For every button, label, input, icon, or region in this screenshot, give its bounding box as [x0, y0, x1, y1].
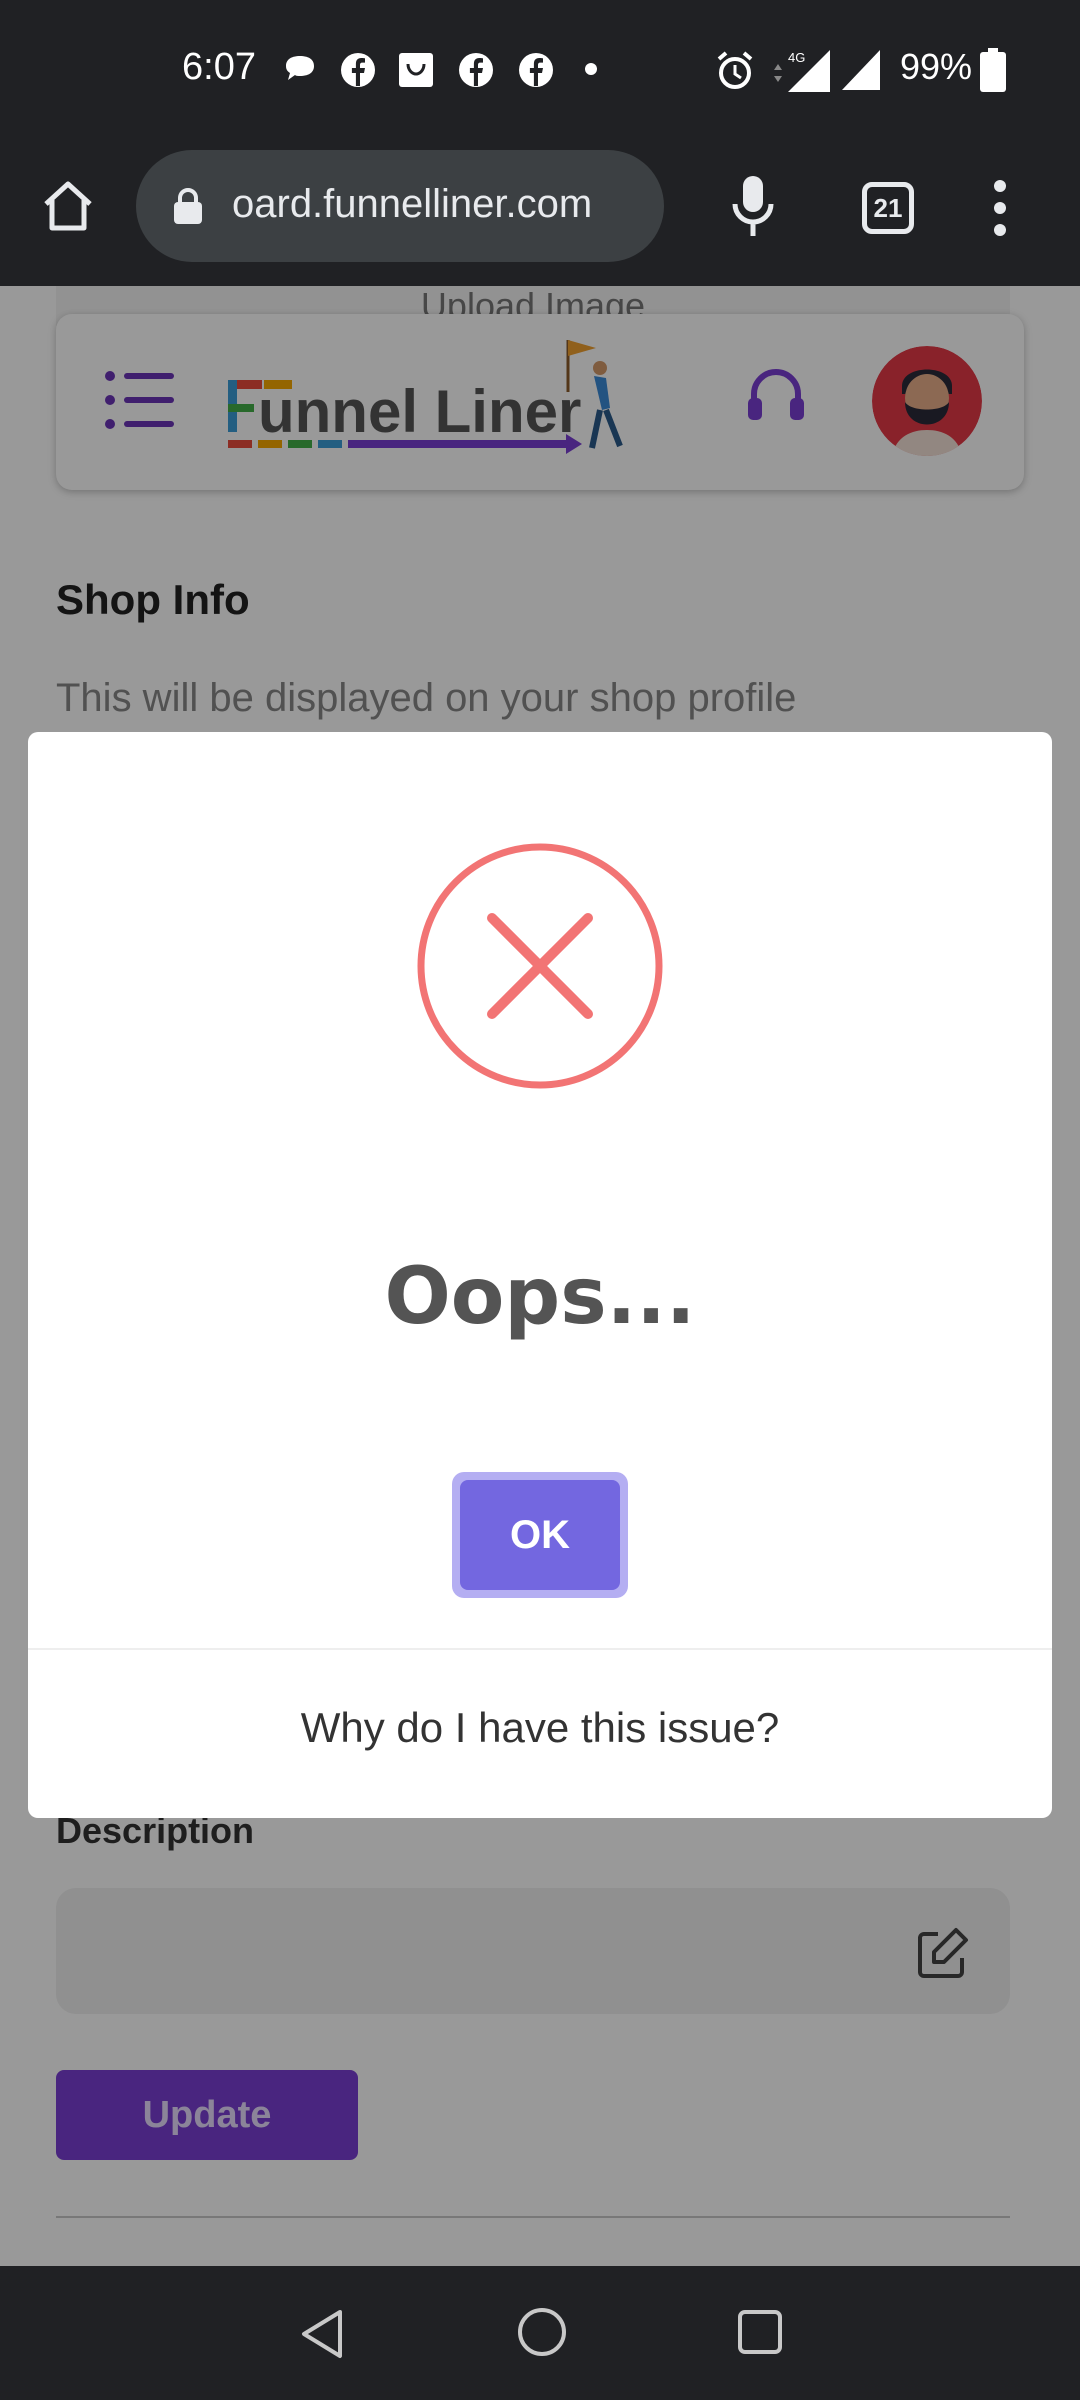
error-x-icon [417, 843, 663, 1089]
facebook-icon [519, 53, 553, 87]
facebook-icon [459, 53, 493, 87]
signal-strength-icon [842, 50, 880, 90]
svg-text:4G: 4G [788, 50, 805, 65]
back-icon[interactable] [296, 2306, 352, 2362]
tab-switcher-button[interactable]: 21 [862, 182, 914, 234]
lock-icon [174, 188, 202, 224]
signal-4g-icon: 4G [774, 50, 830, 92]
status-time: 6:07 [182, 46, 256, 88]
notification-dot-icon [585, 63, 597, 75]
status-bar: 6:07 4G 99% [0, 0, 1080, 142]
error-dialog: Oops... OK Why do I have this issue? [28, 732, 1052, 1818]
facebook-icon [341, 53, 375, 87]
chat-bubble-icon [286, 56, 314, 80]
recent-apps-icon[interactable] [736, 2308, 784, 2356]
dialog-title: Oops... [384, 1252, 696, 1342]
shopping-bag-icon [399, 53, 433, 87]
more-options-icon[interactable] [990, 178, 1010, 238]
url-text: oard.funnelliner.com [232, 182, 593, 226]
home-icon[interactable] [38, 176, 98, 236]
battery-icon [980, 48, 1006, 92]
system-navigation-bar [0, 2266, 1080, 2400]
microphone-icon[interactable] [730, 174, 776, 238]
home-nav-icon[interactable] [514, 2304, 570, 2360]
browser-toolbar: oard.funnelliner.com 21 [0, 142, 1080, 286]
alarm-icon [717, 51, 753, 89]
battery-percent: 99% [900, 46, 973, 87]
dialog-footer: Why do I have this issue? [28, 1648, 1052, 1818]
ok-button[interactable]: OK [460, 1480, 620, 1590]
address-bar[interactable]: oard.funnelliner.com [136, 150, 664, 262]
help-link[interactable]: Why do I have this issue? [28, 1704, 1052, 1752]
